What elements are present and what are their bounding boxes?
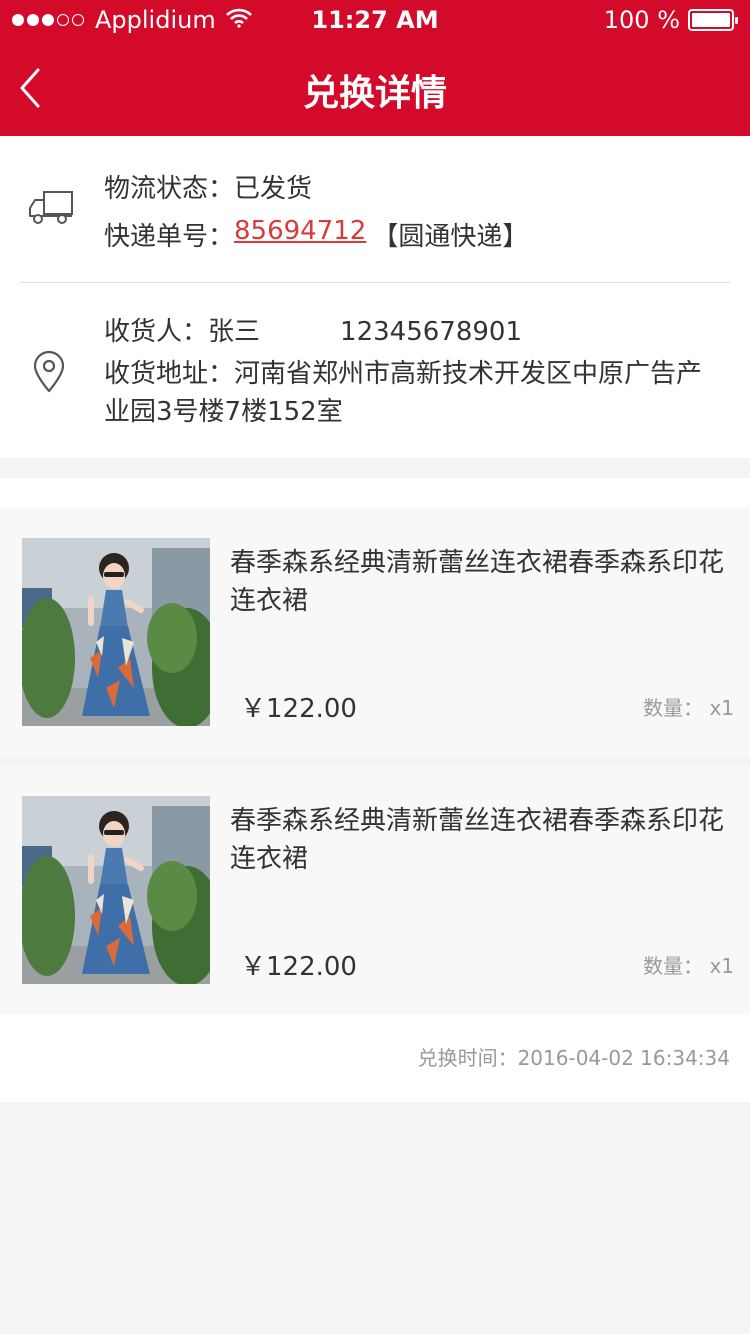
quantity-label: 数量：: [643, 954, 704, 978]
logistics-row: 物流状态：已发货 快递单号： 85694712 【圆通快递】: [0, 136, 750, 282]
product-item[interactable]: 春季森系经典清新蕾丝连衣裙春季森系印花连衣裙 ￥122.00 数量： x1: [0, 508, 750, 756]
exchange-time-row: 兑换时间：2016-04-02 16:34:34: [0, 1014, 750, 1102]
product-thumbnail: [22, 796, 210, 984]
section-spacer: [0, 478, 750, 508]
status-bar: Applidium 11:27 AM 100 %: [0, 0, 750, 40]
nav-bar: 兑换详情: [0, 40, 750, 136]
tracking-number-link[interactable]: 85694712: [234, 216, 366, 253]
receiver-phone: 12345678901: [340, 317, 522, 347]
address-line: 收货地址：河南省郑州市高新技术开发区中原广告产业园3号楼7楼152室: [104, 355, 704, 431]
quantity-value: x1: [709, 954, 734, 978]
exchange-time: 兑换时间：2016-04-02 16:34:34: [417, 1046, 730, 1070]
logistics-status-value: 已发货: [234, 174, 313, 204]
truck-icon: [28, 188, 74, 230]
courier-name: 【圆通快递】: [372, 222, 529, 252]
product-quantity: 数量： x1: [643, 692, 734, 721]
address-row: 收货人：张三 12345678901 收货地址：河南省郑州市高新技术开发区中原广告…: [0, 283, 750, 458]
quantity-value: x1: [709, 696, 734, 720]
logistics-status-label: 物流状态：: [104, 174, 235, 204]
product-price: ￥122.00: [240, 952, 357, 982]
address-label: 收货地址：: [104, 359, 235, 389]
page-title: 兑换详情: [302, 73, 447, 114]
header: Applidium 11:27 AM 100 % 兑换详情: [0, 0, 750, 136]
tracking-info: 快递单号： 85694712 【圆通快递】: [104, 216, 528, 253]
quantity-label: 数量：: [643, 696, 704, 720]
logistics-status: 物流状态：已发货: [104, 168, 312, 205]
product-name: 春季森系经典清新蕾丝连衣裙春季森系印花连衣裙: [230, 806, 725, 874]
order-info-card: 物流状态：已发货 快递单号： 85694712 【圆通快递】 收货人：张三 123…: [0, 136, 750, 458]
receiver-name: 张三: [208, 317, 261, 347]
tracking-label: 快递单号：: [104, 222, 235, 252]
product-quantity: 数量： x1: [643, 950, 734, 979]
product-price: ￥122.00: [240, 694, 357, 724]
receiver-label: 收货人：: [104, 317, 209, 347]
product-item[interactable]: 春季森系经典清新蕾丝连衣裙春季森系印花连衣裙 ￥122.00 数量： x1: [0, 766, 750, 1014]
product-name: 春季森系经典清新蕾丝连衣裙春季森系印花连衣裙: [230, 548, 725, 616]
screen: Applidium 11:27 AM 100 % 兑换详情 物流状态：已发货 快…: [0, 0, 750, 1334]
battery-icon: [688, 9, 738, 31]
status-right: 100 %: [603, 6, 738, 34]
receiver-line: 收货人：张三 12345678901: [104, 311, 522, 348]
product-thumbnail: [22, 538, 210, 726]
location-pin-icon: [32, 350, 66, 397]
battery-percent: 100 %: [603, 6, 680, 34]
